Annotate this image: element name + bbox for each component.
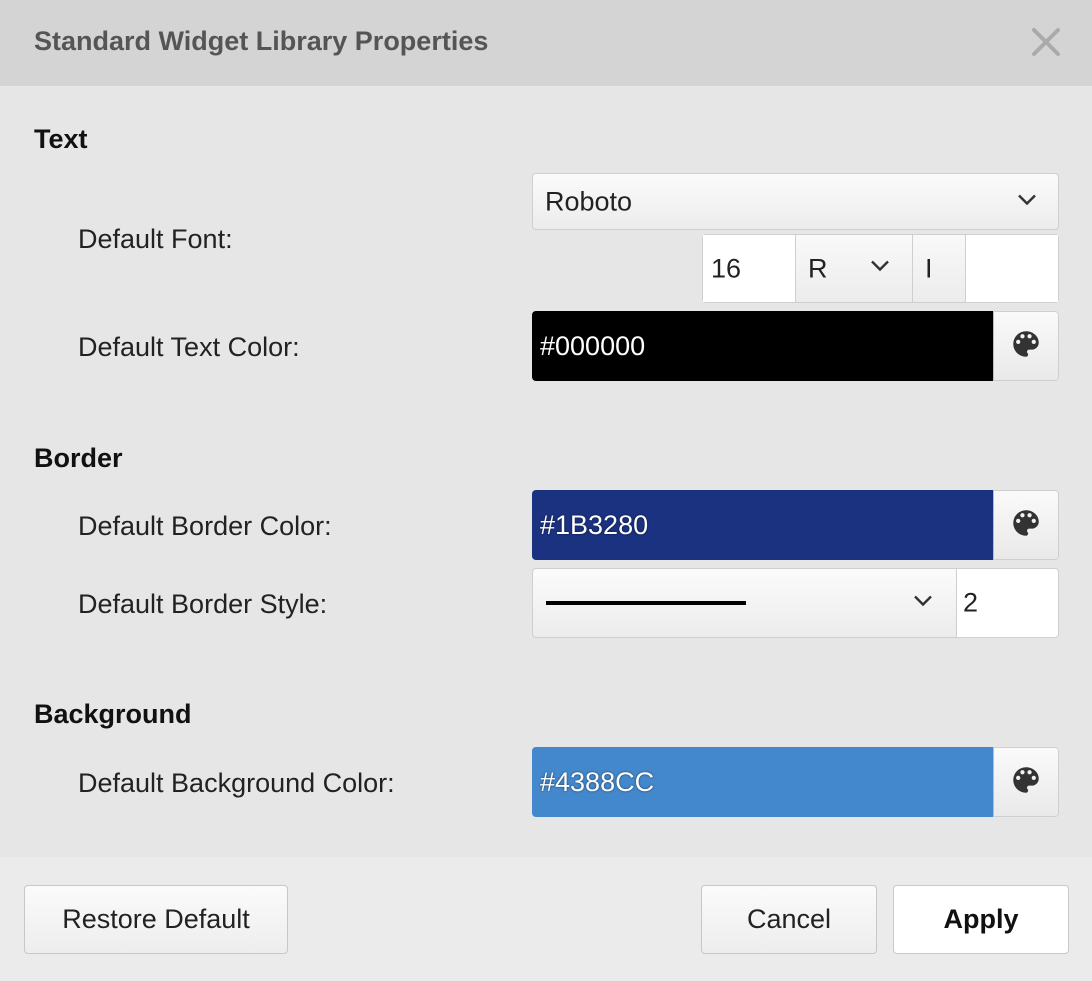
dialog-title: Standard Widget Library Properties (34, 26, 489, 56)
section-heading-text: Text (34, 124, 88, 154)
background-color-picker-button[interactable] (993, 747, 1059, 817)
border-style-select[interactable] (532, 568, 957, 638)
close-icon[interactable] (1026, 22, 1066, 62)
palette-icon (1009, 327, 1043, 366)
chevron-down-icon (911, 589, 935, 618)
default-font-label: Default Font: (78, 224, 233, 254)
section-heading-border: Border (34, 443, 123, 473)
default-text-color-label: Default Text Color: (78, 332, 300, 362)
restore-default-button[interactable]: Restore Default (24, 885, 288, 954)
border-width-input[interactable]: 2 (956, 568, 1059, 638)
cancel-button[interactable]: Cancel (701, 885, 877, 954)
chevron-down-icon (1015, 187, 1039, 216)
font-weight-select[interactable]: R (795, 235, 912, 302)
text-color-field: #000000 (532, 311, 1059, 381)
background-color-input[interactable]: #4388CC (532, 747, 993, 817)
section-heading-background: Background (34, 699, 192, 729)
text-color-picker-button[interactable] (993, 311, 1059, 381)
default-border-color-label: Default Border Color: (78, 511, 332, 541)
chevron-down-icon (868, 253, 892, 284)
apply-button[interactable]: Apply (893, 885, 1069, 954)
palette-icon (1009, 763, 1043, 802)
border-color-field: #1B3280 (532, 490, 1059, 560)
dialog-titlebar: Standard Widget Library Properties (0, 0, 1092, 86)
font-options-empty-cell (965, 235, 1058, 302)
border-style-preview-line (546, 601, 746, 605)
background-color-field: #4388CC (532, 747, 1059, 817)
font-family-select[interactable]: Roboto (532, 173, 1059, 230)
font-family-value: Roboto (545, 186, 633, 216)
font-options-row: 16 R I (702, 234, 1059, 303)
border-color-input[interactable]: #1B3280 (532, 490, 993, 560)
properties-dialog: Standard Widget Library Properties Text … (0, 0, 1092, 981)
palette-icon (1009, 506, 1043, 545)
font-size-input[interactable]: 16 (703, 235, 795, 302)
text-color-input[interactable]: #000000 (532, 311, 993, 381)
default-background-color-label: Default Background Color: (78, 768, 395, 798)
italic-toggle[interactable]: I (912, 235, 965, 302)
dialog-footer: Restore Default Cancel Apply (0, 857, 1092, 981)
default-border-style-label: Default Border Style: (78, 589, 328, 619)
border-color-picker-button[interactable] (993, 490, 1059, 560)
